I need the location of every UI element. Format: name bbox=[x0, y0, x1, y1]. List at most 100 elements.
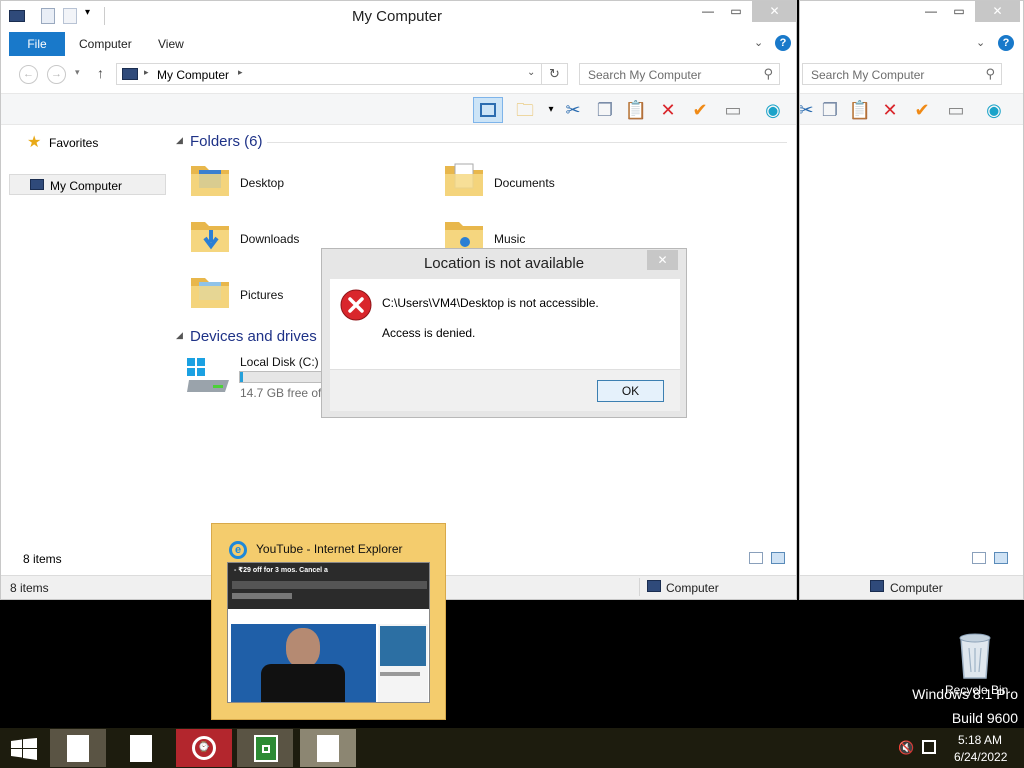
folders-group-header[interactable]: Folders (6) bbox=[190, 133, 263, 150]
back-check-icon[interactable]: ✔ bbox=[910, 98, 934, 122]
clock-date[interactable]: 6/24/2022 bbox=[954, 750, 1007, 764]
recycle-bin-icon bbox=[959, 633, 991, 679]
qat-new-folder-icon[interactable] bbox=[63, 8, 77, 24]
preview-person-body bbox=[261, 664, 345, 702]
dialog-title: Location is not available bbox=[423, 255, 585, 272]
back-copy-icon[interactable]: ❐ bbox=[818, 98, 842, 122]
ie-icon: e bbox=[229, 541, 247, 559]
nav-item-my-computer-label: My Computer bbox=[50, 179, 123, 193]
watermark-edition: Windows 8.1 Pro bbox=[912, 686, 1018, 702]
refresh-icon[interactable]: ↻ bbox=[542, 63, 568, 85]
back-minimize-button[interactable]: — bbox=[918, 1, 944, 22]
back-help-icon[interactable]: ? bbox=[998, 35, 1014, 51]
back-status-computer: Computer bbox=[890, 581, 943, 595]
dialog-footer: OK bbox=[330, 369, 680, 411]
tab-computer[interactable]: Computer bbox=[65, 32, 146, 56]
back-view-tiles-icon[interactable] bbox=[994, 552, 1008, 564]
preview-sidebar-thumb bbox=[380, 626, 426, 666]
file-icon-1 bbox=[67, 735, 89, 762]
back-ribbon-expand-icon[interactable]: ⌄ bbox=[976, 36, 985, 49]
folder-options-icon[interactable]: 🗀 bbox=[513, 98, 537, 122]
store-grid bbox=[262, 745, 270, 753]
delete-icon[interactable]: ✕ bbox=[656, 98, 680, 122]
folder-options-dropdown-icon[interactable]: ▾ bbox=[539, 98, 563, 122]
status-item-count: 8 items bbox=[10, 581, 49, 595]
preview-video bbox=[231, 624, 376, 702]
taskbar-app-file-3-active[interactable] bbox=[300, 729, 356, 767]
taskbar-thumbnail-preview[interactable]: e YouTube - Internet Explorer - ₹29 off … bbox=[211, 523, 446, 720]
dialog-message: C:\Users\VM4\Desktop is not accessible. bbox=[382, 296, 599, 310]
dialog-close-button[interactable]: ✕ bbox=[647, 250, 678, 270]
copy-icon[interactable]: ❐ bbox=[593, 98, 617, 122]
back-search-placeholder: Search My Computer bbox=[811, 68, 925, 82]
network-icon[interactable] bbox=[922, 740, 936, 754]
error-icon bbox=[340, 289, 372, 321]
address-bar[interactable]: ▸ My Computer ▸ ⌄ bbox=[116, 63, 542, 85]
cut-icon[interactable]: ✂ bbox=[561, 98, 585, 122]
folders-collapse-icon[interactable]: ◢ bbox=[176, 135, 183, 146]
tab-file[interactable]: File bbox=[9, 32, 65, 56]
folders-group-line bbox=[267, 142, 787, 143]
nav-item-my-computer[interactable]: My Computer bbox=[9, 174, 166, 195]
favorites-star-icon: ★ bbox=[27, 134, 42, 151]
forward-arrow-icon[interactable]: → bbox=[47, 65, 66, 84]
back-close-button[interactable]: ✕ bbox=[975, 1, 1020, 22]
shell-icon[interactable]: ◉ bbox=[761, 98, 785, 122]
drive-usage-bar bbox=[239, 371, 329, 383]
checkmark-icon[interactable]: ✔ bbox=[688, 98, 712, 122]
back-arrow-icon[interactable]: ← bbox=[19, 65, 38, 84]
search-icon: ⚲ bbox=[763, 66, 773, 81]
address-chevron-icon[interactable]: ▸ bbox=[144, 67, 149, 78]
error-dialog: Location is not available ✕ C:\Users\VM4… bbox=[321, 248, 687, 418]
maximize-button[interactable]: ▭ bbox=[723, 1, 749, 22]
recent-dropdown-icon[interactable]: ▾ bbox=[75, 67, 80, 78]
ok-button[interactable]: OK bbox=[597, 380, 664, 402]
address-dropdown-icon[interactable]: ⌄ bbox=[527, 67, 535, 78]
back-shell-icon[interactable]: ◉ bbox=[982, 98, 1006, 122]
help-icon[interactable]: ? bbox=[775, 35, 791, 51]
back-delete-icon[interactable]: ✕ bbox=[878, 98, 902, 122]
back-explorer-window: — ▭ ✕ ⌄ ? Search My Computer ⚲ ✂ ❐ 📋 ✕ ✔… bbox=[799, 0, 1024, 600]
nav-computer-icon bbox=[30, 179, 44, 190]
back-rename-icon[interactable]: ▭ bbox=[944, 98, 968, 122]
clock-time[interactable]: 5:18 AM bbox=[958, 733, 1002, 747]
preview-banner-text: - ₹29 off for 3 mos. Cancel a bbox=[234, 567, 328, 574]
back-computer-icon bbox=[870, 580, 884, 592]
volume-muted-icon[interactable]: 🔇 bbox=[898, 740, 914, 756]
back-view-details-icon[interactable] bbox=[972, 552, 986, 564]
back-maximize-button[interactable]: ▭ bbox=[946, 1, 972, 22]
rename-icon[interactable]: ▭ bbox=[721, 98, 745, 122]
close-button[interactable]: ✕ bbox=[752, 1, 796, 22]
navigation-pane: ★ Favorites My Computer bbox=[1, 126, 167, 546]
paste-icon[interactable]: 📋 bbox=[624, 98, 648, 122]
ribbon-expand-icon[interactable]: ⌄ bbox=[754, 36, 763, 49]
address-text: My Computer bbox=[157, 68, 230, 82]
minimize-button[interactable]: — bbox=[695, 1, 721, 22]
back-paste-icon[interactable]: 📋 bbox=[848, 98, 872, 122]
back-cut-icon[interactable]: ✂ bbox=[800, 98, 818, 122]
drives-group-header[interactable]: Devices and drives ( bbox=[190, 328, 326, 345]
drives-collapse-icon[interactable]: ◢ bbox=[176, 330, 183, 341]
file-icon-3 bbox=[317, 735, 339, 762]
nav-item-favorites[interactable]: Favorites bbox=[49, 136, 98, 150]
qat-dropdown-icon[interactable]: ▾ bbox=[85, 7, 90, 18]
drive-name: Local Disk (C:) bbox=[240, 355, 319, 369]
up-arrow-icon[interactable]: ↑ bbox=[97, 65, 104, 81]
start-button[interactable] bbox=[0, 729, 48, 767]
tab-view[interactable]: View bbox=[144, 32, 198, 56]
taskbar-app-alarms[interactable]: ⌚ bbox=[176, 729, 232, 767]
view-tiles-icon[interactable] bbox=[771, 552, 785, 564]
preview-pane-icon[interactable] bbox=[473, 97, 503, 123]
back-search-input[interactable]: Search My Computer ⚲ bbox=[802, 63, 1002, 85]
taskbar-app-file-2[interactable] bbox=[110, 729, 166, 767]
view-details-icon[interactable] bbox=[749, 552, 763, 564]
taskbar: ⌚ 🔇 5:18 AM 6/24/2022 bbox=[0, 728, 1024, 768]
desktop-folder-icon bbox=[191, 166, 229, 196]
address-chevron-icon-2[interactable]: ▸ bbox=[238, 67, 243, 78]
qat-properties-icon[interactable] bbox=[41, 8, 55, 24]
folder-label-downloads: Downloads bbox=[240, 232, 300, 246]
taskbar-app-store[interactable] bbox=[237, 729, 293, 767]
taskbar-app-file-1[interactable] bbox=[50, 729, 106, 767]
back-toolbar: ✂ ❐ 📋 ✕ ✔ ▭ ◉ bbox=[800, 93, 1023, 125]
search-input[interactable]: Search My Computer ⚲ bbox=[579, 63, 780, 85]
